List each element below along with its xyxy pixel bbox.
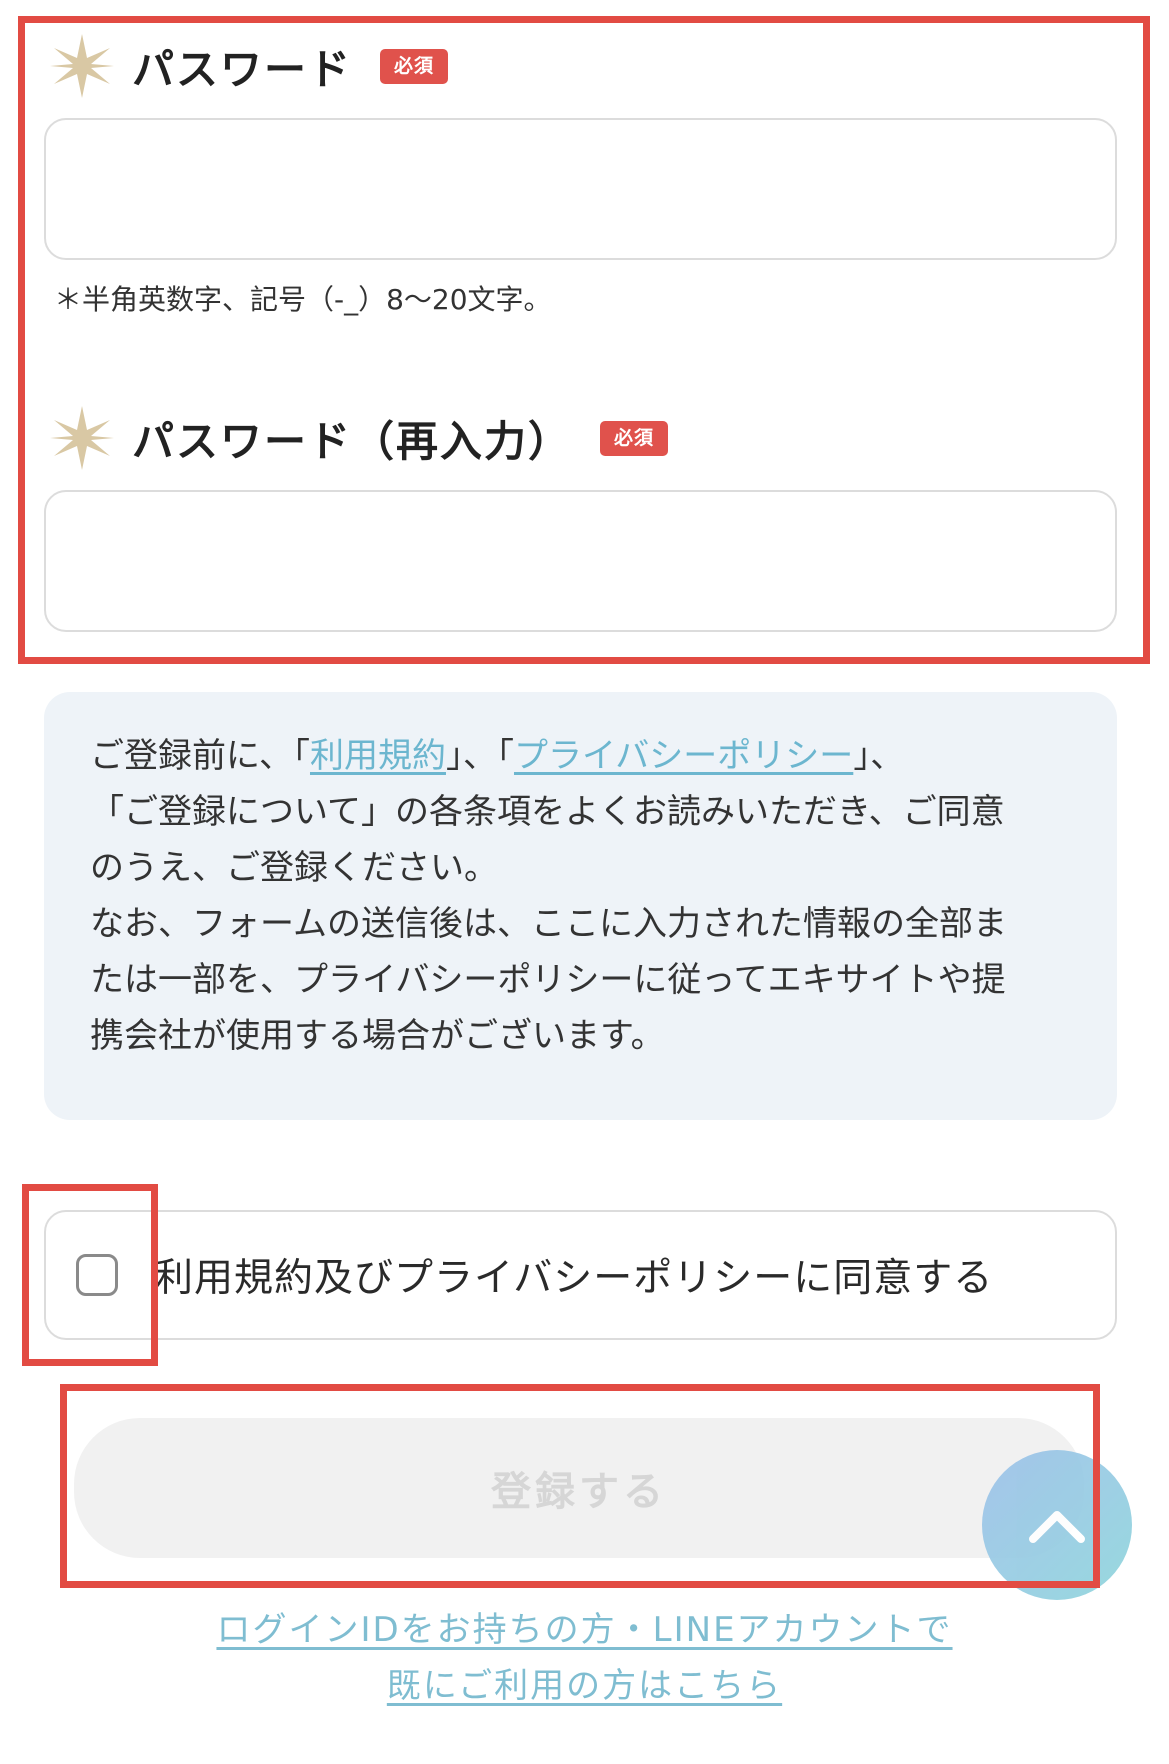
password-confirm-input[interactable] bbox=[44, 490, 1117, 632]
agreement-label[interactable]: 利用規約及びプライバシーポリシーに同意する bbox=[154, 1247, 993, 1303]
star-icon bbox=[50, 406, 114, 470]
notice-line-2: 「ご登録について」の各条項をよくお読みいただき、ご同意 bbox=[90, 792, 1005, 832]
notice-line-3: のうえ、ご登録ください。 bbox=[90, 848, 498, 888]
star-icon bbox=[50, 34, 114, 98]
notice-line-5: たは一部を、プライバシーポリシーに従ってエキサイトや提 bbox=[90, 960, 1006, 1000]
password-input[interactable] bbox=[44, 118, 1117, 260]
password-label-text: パスワード bbox=[132, 44, 353, 94]
consent-notice: ご登録前に、「利用規約」、「プライバシーポリシー」、 「ご登録について」の各条項… bbox=[44, 692, 1117, 1120]
chevron-up-icon bbox=[1029, 1511, 1085, 1543]
agreement-checkbox[interactable] bbox=[76, 1254, 118, 1296]
notice-text: 」、 bbox=[853, 736, 905, 776]
password-hint: ＊半角英数字、記号（-_）8〜20文字。 bbox=[54, 283, 552, 316]
register-button[interactable]: 登録する bbox=[74, 1418, 1084, 1558]
scroll-to-top-button[interactable] bbox=[982, 1450, 1132, 1600]
login-link-block[interactable]: ログインIDをお持ちの方・LINEアカウントで 既にご利用の方はこちら bbox=[0, 1602, 1169, 1714]
notice-line-6: 携会社が使用する場合がございます。 bbox=[90, 1016, 665, 1056]
required-badge: 必須 bbox=[380, 48, 449, 84]
login-link-line-2[interactable]: 既にご利用の方はこちら bbox=[387, 1666, 782, 1706]
notice-text: ご登録前に、「 bbox=[90, 736, 310, 776]
terms-link[interactable]: 利用規約 bbox=[310, 736, 446, 776]
password-label: パスワード 必須 bbox=[50, 34, 449, 98]
notice-line-4: なお、フォームの送信後は、ここに入力された情報の全部ま bbox=[90, 904, 1007, 944]
login-link-line-1[interactable]: ログインIDをお持ちの方・LINEアカウントで bbox=[216, 1610, 952, 1650]
required-badge: 必須 bbox=[600, 420, 669, 456]
privacy-policy-link[interactable]: プライバシーポリシー bbox=[514, 736, 853, 776]
notice-text: 」、「 bbox=[445, 736, 514, 776]
notice-line-1: ご登録前に、「利用規約」、「プライバシーポリシー」、 bbox=[90, 728, 1071, 784]
password-confirm-label-text: パスワード（再入力） bbox=[132, 416, 573, 466]
password-confirm-label: パスワード（再入力） 必須 bbox=[50, 406, 669, 470]
agreement-row[interactable]: 利用規約及びプライバシーポリシーに同意する bbox=[44, 1210, 1117, 1340]
